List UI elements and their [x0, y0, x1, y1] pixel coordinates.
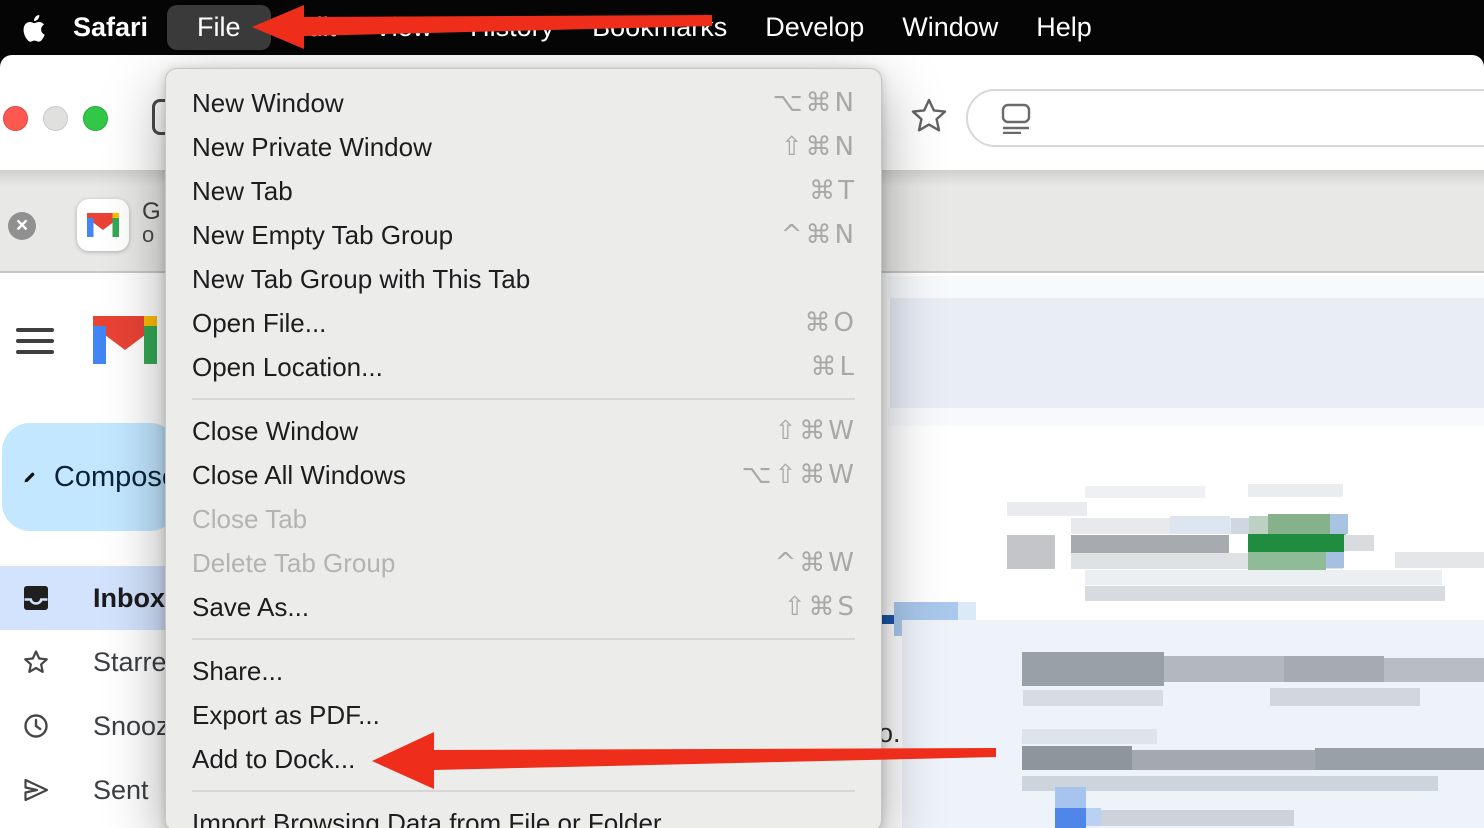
sidebar-toggle-icon[interactable]	[152, 99, 165, 135]
menu-item-shortcut: ^⌘W	[775, 548, 858, 578]
tab-title-line2[interactable]: o	[142, 222, 154, 248]
menu-item-export-as-pdf[interactable]: Export as PDF...	[166, 693, 881, 737]
menubar-item-safari[interactable]: Safari	[54, 0, 167, 55]
gmail-logo	[93, 316, 157, 369]
menu-item-label: Open Location...	[192, 352, 811, 383]
address-input[interactable]	[1048, 103, 1484, 133]
star-icon	[22, 648, 50, 676]
menu-item-shortcut: ⌥⇧⌘W	[742, 460, 857, 490]
close-window-traffic-light[interactable]	[3, 106, 28, 131]
menu-item-close-tab: Close Tab	[166, 497, 881, 541]
menu-item-new-window[interactable]: New Window⌥⌘N	[166, 81, 881, 125]
minimize-traffic-light[interactable]	[43, 106, 68, 131]
menu-separator	[192, 638, 855, 640]
menubar-item-help[interactable]: Help	[1017, 0, 1111, 55]
menu-item-save-as[interactable]: Save As...⇧⌘S	[166, 585, 881, 629]
menu-item-label: Import Browsing Data from File or Folder	[192, 808, 857, 828]
zoom-traffic-light[interactable]	[83, 106, 108, 131]
menubar-item-view[interactable]: View	[355, 0, 451, 55]
menu-item-label: Delete Tab Group	[192, 548, 775, 579]
menu-item-label: Export as PDF...	[192, 700, 857, 731]
menu-item-shortcut: ⇧⌘W	[775, 416, 858, 446]
pencil-icon	[22, 458, 36, 496]
menu-item-open-file[interactable]: Open File...⌘O	[166, 301, 881, 345]
menu-item-label: Save As...	[192, 592, 784, 623]
menu-item-label: New Tab	[192, 176, 809, 207]
menu-item-shortcut: ⇧⌘S	[784, 592, 857, 622]
menu-item-new-empty-tab-group[interactable]: New Empty Tab Group^⌘N	[166, 213, 881, 257]
menu-item-label: Open File...	[192, 308, 805, 339]
menubar-item-edit[interactable]: Edit	[271, 0, 356, 55]
menu-item-label: New Empty Tab Group	[192, 220, 781, 251]
menu-item-share[interactable]: Share...	[166, 649, 881, 693]
menu-item-label: New Window	[192, 88, 773, 119]
menu-item-shortcut: ^⌘N	[781, 220, 857, 250]
menu-item-open-location[interactable]: Open Location...⌘L	[166, 345, 881, 389]
screenshot-root: × G o Compo	[0, 0, 1484, 828]
menu-separator	[192, 398, 855, 400]
hamburger-menu-icon[interactable]	[16, 328, 56, 356]
tab-close-icon[interactable]: ×	[8, 212, 36, 240]
clock-icon	[22, 712, 50, 740]
menu-item-label: Close All Windows	[192, 460, 742, 491]
compose-label: Compose	[54, 461, 178, 494]
menu-item-new-tab[interactable]: New Tab⌘T	[166, 169, 881, 213]
file-menu: New Window⌥⌘NNew Private Window⇧⌘NNew Ta…	[165, 68, 882, 828]
menu-item-label: Share...	[192, 656, 857, 687]
gmail-favicon	[77, 199, 129, 251]
menu-separator	[192, 790, 855, 792]
menu-item-close-all-windows[interactable]: Close All Windows⌥⇧⌘W	[166, 453, 881, 497]
sidebar-item-label: Inbox	[93, 583, 165, 614]
macos-menu-bar: Safari File Edit View History Bookmarks …	[0, 0, 1484, 55]
menu-item-shortcut: ⌘T	[809, 176, 857, 206]
menubar-item-window[interactable]: Window	[883, 0, 1017, 55]
website-settings-icon[interactable]	[1000, 102, 1032, 134]
apple-menu-icon[interactable]	[14, 14, 54, 42]
bookmark-star-icon[interactable]	[908, 95, 950, 137]
menu-item-add-to-dock[interactable]: Add to Dock...	[166, 737, 881, 781]
menubar-item-file[interactable]: File	[167, 5, 271, 50]
menu-item-new-private-window[interactable]: New Private Window⇧⌘N	[166, 125, 881, 169]
address-bar[interactable]	[966, 89, 1484, 147]
menu-item-shortcut: ⇧⌘N	[781, 132, 857, 162]
menu-item-new-tab-group-with-this-tab[interactable]: New Tab Group with This Tab	[166, 257, 881, 301]
menu-item-label: New Private Window	[192, 132, 781, 163]
menu-item-close-window[interactable]: Close Window⇧⌘W	[166, 409, 881, 453]
inbox-icon	[22, 584, 50, 612]
menu-item-shortcut: ⌘L	[811, 352, 858, 382]
menu-item-label: Close Tab	[192, 504, 857, 535]
menubar-item-history[interactable]: History	[451, 0, 573, 55]
compose-button[interactable]: Compose	[2, 423, 178, 531]
menu-item-label: New Tab Group with This Tab	[192, 264, 857, 295]
menu-item-import-browsing-data-from-file-or-folder[interactable]: Import Browsing Data from File or Folder	[166, 801, 881, 828]
menu-item-label: Add to Dock...	[192, 744, 857, 775]
menubar-item-bookmarks[interactable]: Bookmarks	[573, 0, 746, 55]
menu-item-label: Close Window	[192, 416, 775, 447]
menu-item-shortcut: ⌥⌘N	[773, 88, 857, 118]
menu-item-shortcut: ⌘O	[805, 308, 857, 338]
sidebar-item-label: Sent	[93, 775, 149, 806]
menubar-item-develop[interactable]: Develop	[746, 0, 883, 55]
menu-item-delete-tab-group: Delete Tab Group^⌘W	[166, 541, 881, 585]
send-icon	[22, 776, 50, 804]
